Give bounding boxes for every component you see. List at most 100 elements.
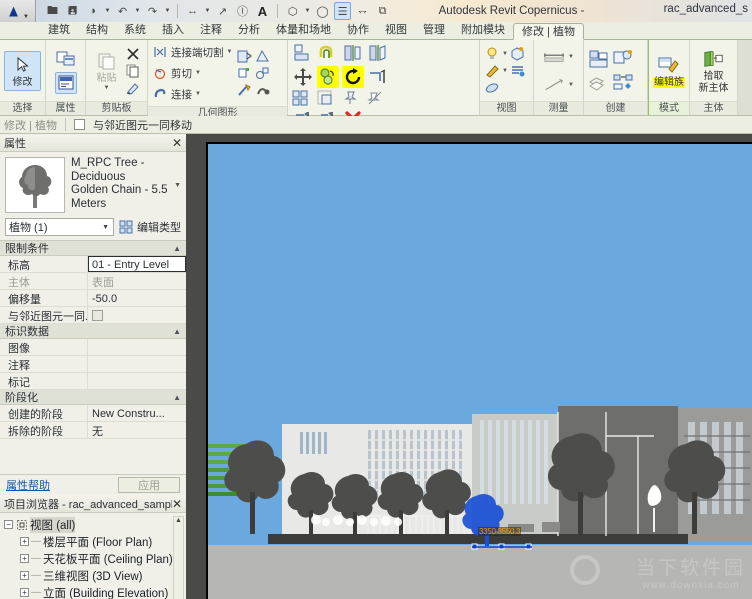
- redo-icon[interactable]: ↷: [144, 2, 161, 20]
- chevron-up-icon[interactable]: ▲: [173, 244, 181, 253]
- paste-button[interactable]: 粘贴 ▼: [93, 48, 121, 93]
- demolish-icon[interactable]: [254, 48, 270, 64]
- property-value-offset[interactable]: -50.0: [88, 290, 186, 306]
- align-icon[interactable]: [292, 42, 314, 64]
- group-header-constraints[interactable]: 限制条件 ▲: [0, 241, 186, 256]
- mirror-draw-axis-icon[interactable]: [367, 42, 389, 64]
- category-selector[interactable]: 植物 (1) ▼: [5, 218, 114, 236]
- scroll-up-icon[interactable]: ▲: [174, 517, 183, 524]
- chevron-down-icon[interactable]: ▼: [195, 91, 201, 97]
- host-panel-title[interactable]: 主体: [690, 101, 737, 115]
- table-row[interactable]: 与邻近图元一同...: [0, 307, 186, 324]
- property-value-comments[interactable]: [88, 356, 186, 372]
- cope-icon[interactable]: [236, 82, 252, 98]
- chevron-down-icon[interactable]: ▼: [104, 85, 110, 91]
- align-icon[interactable]: ↗: [214, 2, 231, 20]
- mode-panel-title[interactable]: 模式: [649, 101, 689, 115]
- modify-button[interactable]: 修改: [4, 51, 41, 91]
- table-row[interactable]: 注释: [0, 356, 186, 373]
- move-with-nearby-checkbox[interactable]: [74, 119, 85, 130]
- tab-manage[interactable]: 管理: [415, 22, 453, 39]
- visibility-graphics-icon[interactable]: [484, 46, 500, 62]
- mirror-pick-axis-icon[interactable]: [342, 42, 364, 64]
- chevron-down-icon[interactable]: ▼: [227, 49, 233, 55]
- tab-massing-site[interactable]: 体量和场地: [268, 22, 339, 39]
- chevron-up-icon[interactable]: ▲: [173, 327, 181, 336]
- chevron-down-icon[interactable]: ▼: [195, 70, 201, 76]
- tab-structure[interactable]: 结构: [78, 22, 116, 39]
- pick-new-host-button[interactable]: 拾取 新主体: [694, 46, 733, 96]
- table-row[interactable]: 标高 01 - Entry Level: [0, 256, 186, 273]
- chevron-down-icon[interactable]: ▼: [568, 82, 574, 88]
- table-row[interactable]: 标记: [0, 373, 186, 390]
- measure-panel-title[interactable]: 测量: [534, 101, 583, 115]
- chevron-down-icon[interactable]: ▼: [174, 179, 181, 193]
- tab-analyze[interactable]: 分析: [230, 22, 268, 39]
- wall-joins-icon[interactable]: [254, 65, 270, 81]
- property-value-phase-created[interactable]: New Constru...: [88, 405, 186, 421]
- unpin-icon[interactable]: [367, 90, 383, 106]
- table-row[interactable]: 拆除的阶段 无: [0, 422, 186, 439]
- properties-icon[interactable]: [55, 48, 77, 70]
- scale-icon[interactable]: [317, 90, 333, 106]
- offset-icon[interactable]: [317, 42, 339, 64]
- copy-icon[interactable]: [125, 63, 141, 79]
- table-row[interactable]: 偏移量 -50.0: [0, 290, 186, 307]
- properties-panel-title[interactable]: 属性: [46, 101, 85, 115]
- expander-icon[interactable]: +: [20, 537, 29, 546]
- checkbox[interactable]: [92, 310, 103, 321]
- pin-icon[interactable]: [342, 90, 358, 106]
- tab-addins[interactable]: 附加模块: [453, 22, 513, 39]
- expander-icon[interactable]: +: [20, 554, 29, 563]
- cut-icon[interactable]: [125, 46, 141, 62]
- table-row[interactable]: 主体 表面: [0, 273, 186, 290]
- render-icon[interactable]: [484, 80, 500, 96]
- select-panel-title[interactable]: 选择: [0, 101, 45, 115]
- 3d-view-icon[interactable]: [510, 46, 526, 62]
- create-group-icon[interactable]: [612, 48, 634, 70]
- revit-app-menu-button[interactable]: ▲ ▼: [0, 0, 36, 22]
- tree-scrollbar[interactable]: ▲: [173, 516, 184, 599]
- sync-icon[interactable]: ◑: [84, 2, 101, 20]
- array-icon[interactable]: [292, 90, 308, 106]
- tree-node-3d-view[interactable]: + — 三维视图 (3D View): [4, 567, 186, 584]
- family-type-name[interactable]: M_RPC Tree - Deciduous Golden Chain - 5.…: [71, 157, 181, 213]
- chevron-down-icon[interactable]: ▼: [568, 54, 574, 60]
- tree-node-building-elevation[interactable]: + — 立面 (Building Elevation): [4, 584, 186, 599]
- table-row[interactable]: 创建的阶段 New Constru...: [0, 405, 186, 422]
- property-value-move-with-nearby[interactable]: [88, 307, 186, 323]
- property-value-level[interactable]: 01 - Entry Level: [88, 256, 186, 272]
- group-header-identity-data[interactable]: 标识数据 ▲: [0, 324, 186, 339]
- tag-icon[interactable]: ⓛ: [234, 2, 251, 20]
- chevron-down-icon[interactable]: ▼: [164, 8, 171, 14]
- chevron-down-icon[interactable]: ▼: [502, 68, 508, 74]
- tab-view[interactable]: 视图: [377, 22, 415, 39]
- table-row[interactable]: 图像: [0, 339, 186, 356]
- create-similar-icon[interactable]: [588, 48, 610, 70]
- create-panel-title[interactable]: 创建: [584, 101, 647, 115]
- tree-node-ceiling-plan[interactable]: + — 天花板平面 (Ceiling Plan): [4, 550, 186, 567]
- switch-windows-icon[interactable]: ⧉: [374, 2, 391, 20]
- tab-insert[interactable]: 插入: [154, 22, 192, 39]
- tree-node-views[interactable]: − 视图 (all): [4, 516, 186, 533]
- linework-icon[interactable]: [484, 63, 500, 79]
- expander-icon[interactable]: +: [20, 571, 29, 580]
- chevron-down-icon[interactable]: ▼: [102, 224, 109, 231]
- paint-icon[interactable]: [236, 65, 252, 81]
- chevron-down-icon[interactable]: ▼: [502, 51, 508, 57]
- type-properties-icon[interactable]: [55, 72, 77, 94]
- close-icon[interactable]: ✕: [172, 137, 182, 149]
- view-panel-title[interactable]: 视图: [480, 101, 533, 115]
- tab-collaborate[interactable]: 协作: [339, 22, 377, 39]
- tab-modify-planting[interactable]: 修改 | 植物: [513, 23, 584, 40]
- create-assembly-icon[interactable]: [612, 72, 634, 94]
- beam-join-icon[interactable]: [254, 82, 270, 98]
- thin-lines-icon[interactable]: ☰: [334, 2, 351, 20]
- chevron-down-icon[interactable]: ▼: [204, 8, 211, 14]
- tab-annotate[interactable]: 注释: [192, 22, 230, 39]
- property-value-mark[interactable]: [88, 373, 186, 389]
- edit-family-button[interactable]: 编辑族: [653, 52, 685, 90]
- property-value-image[interactable]: [88, 339, 186, 355]
- expander-icon[interactable]: +: [20, 588, 29, 597]
- chevron-up-icon[interactable]: ▲: [173, 393, 181, 402]
